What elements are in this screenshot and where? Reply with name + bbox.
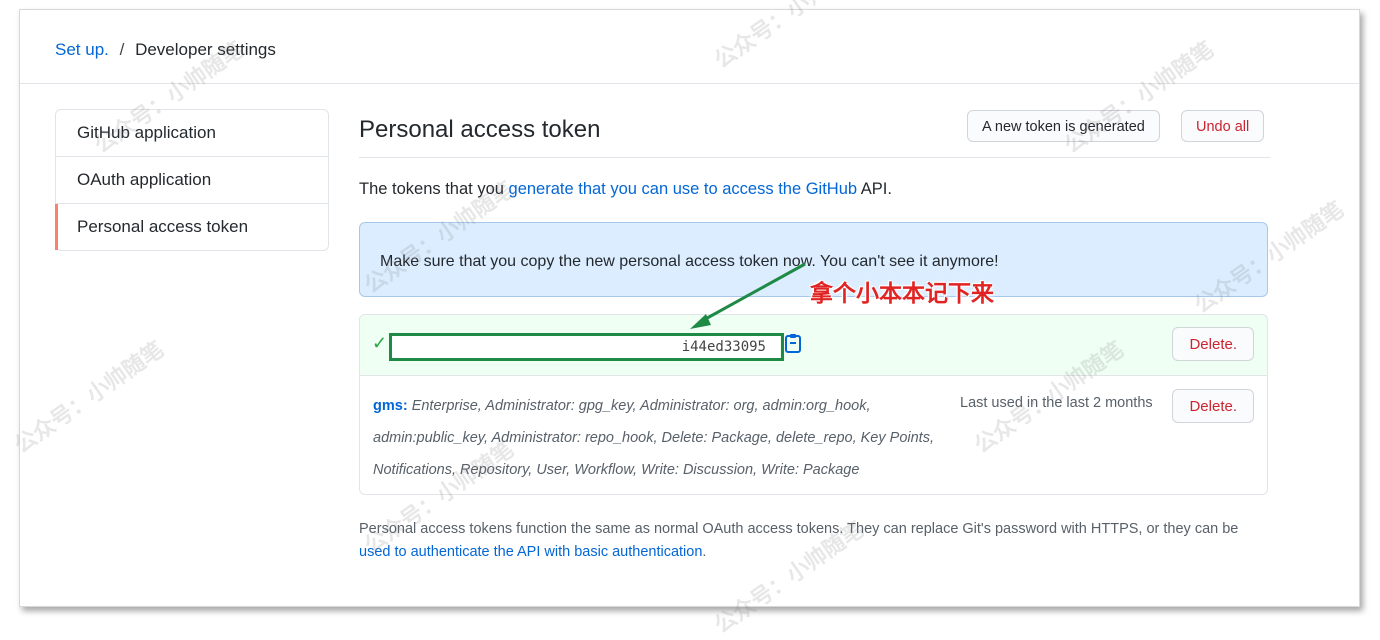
delete-token-button[interactable]: Delete. [1172,389,1254,423]
basic-auth-link[interactable]: used to authenticate the API with basic … [359,544,702,560]
delete-new-token-button[interactable]: Delete. [1172,327,1254,361]
sidebar-item-oauth-application[interactable]: OAuth application [56,157,328,204]
check-icon: ✓ [372,333,388,353]
annotation-highlight-box [389,333,784,361]
title-row: Personal access token A new token is gen… [359,109,1270,158]
breadcrumb: Set up. / Developer settings [55,40,276,60]
footnote-text: Personal access tokens function the same… [359,521,1239,537]
generate-token-link[interactable]: generate that you can use to access the … [509,180,858,198]
token-scope-list: Enterprise, Administrator: gpg_key, Admi… [373,398,934,478]
sidebar-item-github-application[interactable]: GitHub application [56,110,328,157]
description-suffix: API. [857,180,892,198]
token-name[interactable]: gms: [373,398,408,414]
clipboard-copy-icon[interactable] [784,333,802,353]
breadcrumb-separator: / [119,40,125,59]
copy-token-notice-text: Make sure that you copy the new personal… [380,253,999,270]
sidebar-item-personal-access-token[interactable]: Personal access token [55,204,328,250]
annotation-note: 拿个小本本记下来 [810,281,994,307]
token-row: gms: Enterprise, Administrator: gpg_key,… [360,375,1267,494]
main-content: Personal access token A new token is gen… [359,109,1270,560]
new-token-button[interactable]: A new token is generated [967,110,1160,142]
token-last-used: Last used in the last 2 months [960,395,1153,411]
breadcrumb-setup-link[interactable]: Set up. [55,40,109,59]
token-scopes: gms: Enterprise, Administrator: gpg_key,… [373,390,943,486]
page-title: Personal access token [359,116,601,143]
header-divider [20,83,1359,84]
undo-all-button[interactable]: Undo all [1181,110,1265,142]
settings-sidebar: GitHub application OAuth application Per… [55,109,329,251]
breadcrumb-current: Developer settings [135,40,276,59]
footnote: Personal access tokens function the same… [359,518,1270,564]
description-prefix: The tokens that you [359,180,509,198]
footnote-end: . [702,544,707,560]
settings-window: Set up. / Developer settings GitHub appl… [19,9,1360,607]
description: The tokens that you generate that you ca… [359,180,892,199]
